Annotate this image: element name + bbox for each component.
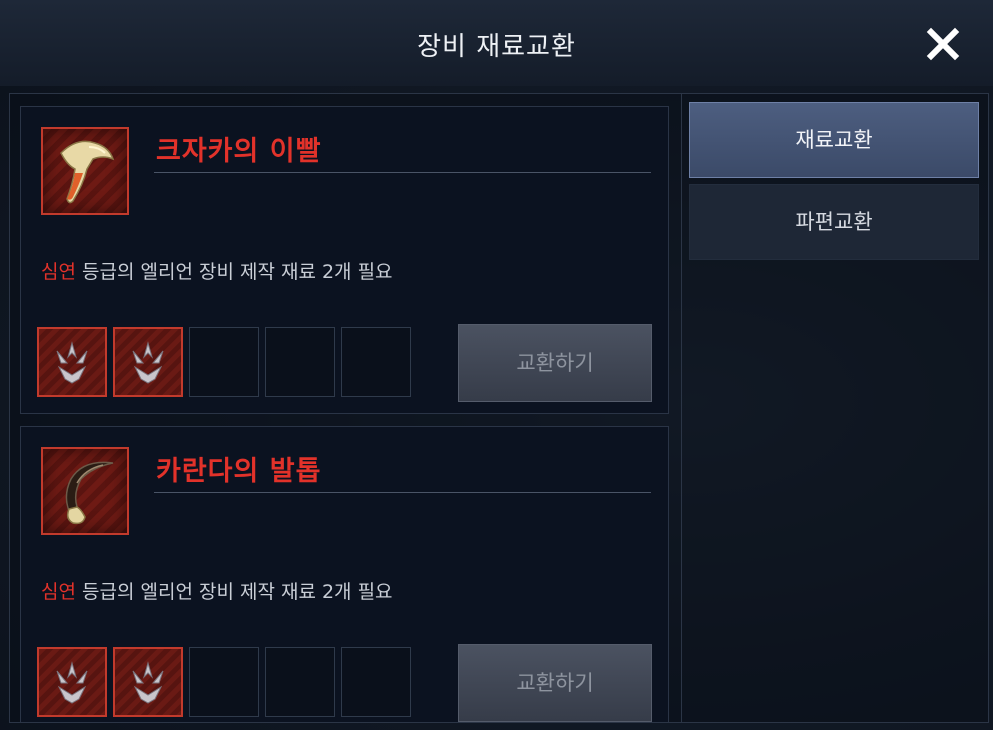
material-item-slot[interactable] xyxy=(41,127,129,215)
material-slot-empty[interactable] xyxy=(265,327,335,397)
requirement-text: 심연 등급의 엘리언 장비 제작 재료 2개 필요 xyxy=(41,257,393,284)
material-slot-empty[interactable] xyxy=(265,647,335,717)
elian-material-icon xyxy=(132,661,164,704)
exchange-button[interactable]: 교환하기 xyxy=(458,324,652,402)
tab-material-exchange[interactable]: 재료교환 xyxy=(689,102,979,178)
material-name: 크자카의 이빨 xyxy=(156,136,322,167)
material-slot-filled[interactable] xyxy=(37,327,107,397)
material-slot-empty[interactable] xyxy=(189,327,259,397)
claw-icon xyxy=(65,461,114,525)
material-slot-empty[interactable] xyxy=(189,647,259,717)
material-card: 크자카의 이빨 심연 등급의 엘리언 장비 제작 재료 2개 필요 교환하기 xyxy=(20,106,669,414)
material-list[interactable]: 크자카의 이빨 심연 등급의 엘리언 장비 제작 재료 2개 필요 교환하기 카… xyxy=(10,94,682,722)
elian-material-icon xyxy=(56,661,88,704)
fang-icon xyxy=(60,140,115,204)
grade-label: 심연 xyxy=(41,581,76,603)
material-item-slot[interactable] xyxy=(41,447,129,535)
exchange-button[interactable]: 교환하기 xyxy=(458,644,652,722)
header-bar: 장비 재료교환 xyxy=(0,0,993,86)
requirement-description: 등급의 엘리언 장비 제작 재료 2개 필요 xyxy=(75,261,393,283)
material-slot-filled[interactable] xyxy=(113,647,183,717)
material-name: 카란다의 발톱 xyxy=(156,456,322,487)
name-divider xyxy=(154,492,651,493)
material-card: 카란다의 발톱 심연 등급의 엘리언 장비 제작 재료 2개 필요 교환하기 xyxy=(20,426,669,722)
elian-material-icon xyxy=(132,341,164,384)
tab-fragment-exchange[interactable]: 파편교환 xyxy=(689,184,979,260)
requirement-text: 심연 등급의 엘리언 장비 제작 재료 2개 필요 xyxy=(41,577,393,604)
close-button[interactable] xyxy=(923,24,963,64)
grade-label: 심연 xyxy=(41,261,76,283)
material-slot-empty[interactable] xyxy=(341,647,411,717)
material-slot-filled[interactable] xyxy=(113,327,183,397)
material-slot-filled[interactable] xyxy=(37,647,107,717)
name-divider xyxy=(154,172,651,173)
elian-material-icon xyxy=(56,341,88,384)
close-icon xyxy=(926,27,960,61)
material-slot-empty[interactable] xyxy=(341,327,411,397)
requirement-description: 등급의 엘리언 장비 제작 재료 2개 필요 xyxy=(75,581,393,603)
page-title: 장비 재료교환 xyxy=(417,32,576,62)
exchange-panel: 크자카의 이빨 심연 등급의 엘리언 장비 제작 재료 2개 필요 교환하기 카… xyxy=(9,93,989,723)
